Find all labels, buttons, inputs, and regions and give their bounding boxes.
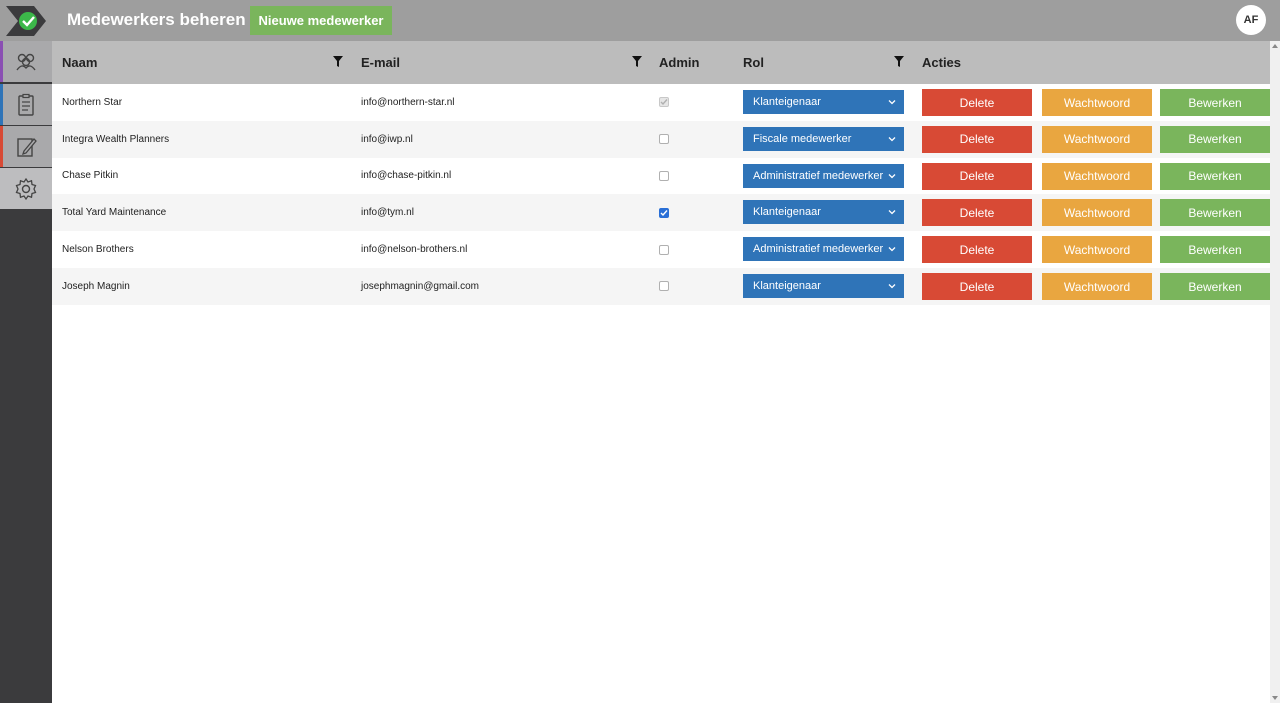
new-employee-button[interactable]: Nieuwe medewerker (250, 6, 392, 35)
delete-button[interactable]: Delete (922, 236, 1032, 264)
users-icon (16, 53, 36, 70)
password-button[interactable]: Wachtwoord (1042, 199, 1152, 227)
employee-email: info@nelson-brothers.nl (361, 244, 468, 256)
employee-name: Total Yard Maintenance (62, 207, 167, 219)
employee-email: info@tym.nl (361, 207, 414, 219)
filter-name-icon[interactable] (333, 56, 343, 67)
page-title: Medewerkers beheren (67, 10, 246, 29)
scroll-down-icon[interactable] (1272, 696, 1278, 700)
delete-button[interactable]: Delete (922, 199, 1032, 227)
admin-checkbox[interactable] (659, 244, 669, 255)
employee-name: Joseph Magnin (62, 280, 130, 292)
password-button[interactable]: Wachtwoord (1042, 236, 1152, 264)
chevron-down-icon (888, 284, 896, 289)
nav-users[interactable] (0, 41, 52, 82)
password-button[interactable]: Wachtwoord (1042, 273, 1152, 300)
employee-name: Integra Wealth Planners (62, 133, 170, 145)
role-select[interactable]: Fiscale medewerker (743, 126, 904, 151)
admin-checkbox[interactable] (659, 281, 669, 292)
admin-checkbox (659, 97, 669, 108)
role-select-value: Klanteigenaar (753, 96, 821, 108)
role-select-value: Fiscale medewerker (753, 132, 852, 145)
role-select[interactable]: Administratief medewerker (743, 163, 904, 188)
clipboard-icon (18, 93, 34, 116)
sidebar (0, 0, 52, 703)
table-header: Naam E-mail Admin Rol Acties (52, 41, 1270, 84)
employee-name: Nelson Brothers (62, 244, 134, 256)
chevron-down-icon (888, 173, 896, 179)
nav-tasks[interactable] (0, 84, 52, 125)
table-row: Total Yard Maintenance info@tym.nl Klantei… (52, 194, 1270, 232)
employee-email: josephmagnin@gmail.com (361, 280, 479, 292)
employee-name: Northern Star (62, 96, 123, 108)
edit-icon (17, 137, 37, 157)
employee-name: Chase Pitkin (62, 170, 119, 182)
role-select[interactable]: Administratief medewerker (743, 237, 904, 262)
edit-button[interactable]: Bewerken (1160, 236, 1270, 264)
employee-email: info@chase-pitkin.nl (361, 170, 452, 182)
nav-notes[interactable] (0, 126, 52, 167)
checkmark-icon (660, 209, 668, 216)
table-row: Chase Pitkin info@chase-pitkin.nl Administ… (52, 157, 1270, 195)
delete-button[interactable]: Delete (922, 125, 1032, 153)
password-button[interactable]: Wachtwoord (1042, 125, 1152, 153)
admin-checkbox[interactable] (659, 207, 669, 218)
filter-role-icon[interactable] (894, 56, 904, 67)
checkmark-icon (660, 99, 668, 106)
column-header-admin: Admin (659, 55, 700, 70)
vertical-scrollbar[interactable] (1270, 41, 1280, 703)
role-select-value: Klanteigenaar (753, 280, 821, 292)
chevron-down-icon (888, 210, 896, 215)
column-header-email: E-mail (361, 55, 401, 70)
password-button[interactable]: Wachtwoord (1042, 162, 1152, 190)
employee-email: info@northern-star.nl (361, 96, 455, 108)
top-bar: Medewerkers beheren Nieuwe medewerker AF (52, 0, 1280, 41)
edit-button[interactable]: Bewerken (1160, 162, 1270, 190)
gear-icon (15, 177, 37, 200)
scroll-up-icon[interactable] (1272, 44, 1278, 48)
column-header-name: Naam (62, 55, 98, 70)
role-select[interactable]: Klanteigenaar (743, 200, 904, 225)
admin-checkbox[interactable] (659, 170, 669, 181)
edit-button[interactable]: Bewerken (1160, 89, 1270, 116)
role-select-value: Klanteigenaar (753, 206, 821, 219)
edit-button[interactable]: Bewerken (1160, 199, 1270, 227)
role-select-value: Administratief medewerker (753, 243, 884, 256)
column-header-actions: Acties (922, 55, 962, 70)
table-row: Nelson Brothers info@nelson-brothers.nl Ad… (52, 231, 1270, 268)
logo-icon (6, 5, 46, 36)
delete-button[interactable]: Delete (922, 273, 1032, 300)
admin-checkbox[interactable] (659, 134, 669, 145)
filter-email-icon[interactable] (632, 56, 642, 67)
employee-email: info@iwp.nl (361, 133, 413, 145)
chevron-down-icon (888, 136, 896, 142)
edit-button[interactable]: Bewerken (1160, 273, 1270, 300)
chevron-down-icon (888, 100, 896, 105)
column-header-role: Rol (743, 55, 764, 70)
role-select[interactable]: Klanteigenaar (743, 274, 904, 298)
app-logo[interactable] (0, 0, 52, 41)
chevron-down-icon (888, 247, 896, 252)
table-row: Integra Wealth Planners info@iwp.nl Fiscal… (52, 120, 1270, 158)
delete-button[interactable]: Delete (922, 162, 1032, 190)
role-select-value: Administratief medewerker (753, 169, 884, 182)
role-select[interactable]: Klanteigenaar (743, 90, 904, 114)
delete-button[interactable]: Delete (922, 89, 1032, 116)
nav-settings[interactable] (0, 168, 52, 209)
edit-button[interactable]: Bewerken (1160, 125, 1270, 153)
password-button[interactable]: Wachtwoord (1042, 89, 1152, 116)
avatar[interactable]: AF (1236, 5, 1266, 35)
table-row: Joseph Magnin josephmagnin@gmail.com Klant… (52, 268, 1270, 305)
table-row: Northern Star info@northern-star.nl Klante… (52, 84, 1270, 121)
